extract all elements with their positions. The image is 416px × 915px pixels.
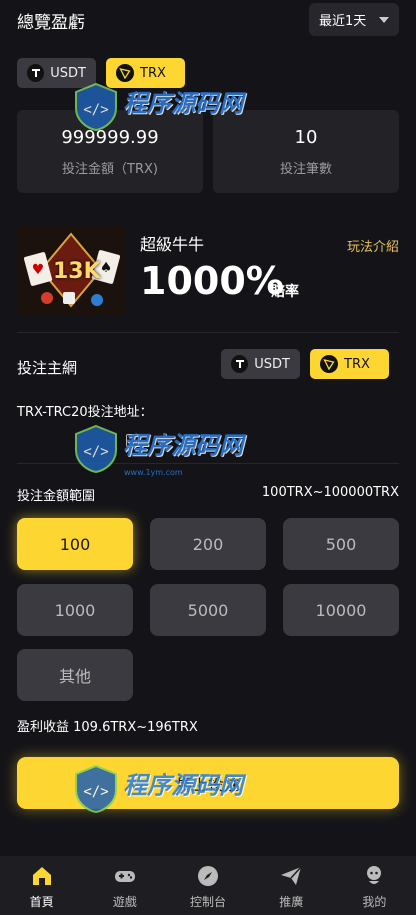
nav-profile[interactable]: 我的 [333,856,416,915]
amount-option-other[interactable]: 其他 [17,649,133,701]
stat-label: 投注筆數 [279,161,332,177]
nav-promotion[interactable]: 推廣 [250,856,333,915]
amount-option[interactable]: 10000 [283,584,399,636]
nav-label: 推廣 [279,895,304,909]
nav-home[interactable]: 首頁 [0,856,83,915]
svg-text:♥: ♥ [32,262,45,278]
amount-option[interactable]: 200 [150,518,266,570]
odds-value: 1000% [140,259,284,303]
network-option-label: USDT [254,356,290,372]
tether-icon [231,355,249,373]
gamepad-icon [114,871,135,882]
range-label: 投注金額範圍 [17,489,96,504]
currency-tab-label: USDT [50,65,86,81]
currency-tab-label: TRX [140,65,166,81]
watermark: </> 程序源码网 [74,82,243,132]
network-option-usdt[interactable]: USDT [221,349,300,379]
watermark-text: 程序源码网 [123,431,244,460]
range-value: 100TRX~100000TRX [261,485,399,500]
nav-label: 首頁 [29,895,54,909]
nav-label: 控制台 [190,895,227,909]
rules-link[interactable]: 玩法介紹 [347,236,399,255]
bottom-nav: 首頁 遊戲 控制台 推廣 我的 [0,856,416,915]
profit-text: 盈利收益 109.6TRX~196TRX [17,720,198,735]
amount-option[interactable]: 100 [17,518,133,570]
compass-icon [198,866,218,886]
nav-console[interactable]: 控制台 [166,856,249,915]
amount-option[interactable]: 5000 [150,584,266,636]
send-icon [281,866,302,885]
watermark-text: 程序源码网 [123,771,244,800]
svg-text:♠: ♠ [100,260,113,276]
tron-icon [116,64,134,82]
chevron-down-icon [379,17,389,23]
watermark: </> 程序源码网 www.1ym.com [74,424,243,477]
stat-label: 投注金額（TRX) [62,161,158,177]
amount-option[interactable]: 1000 [17,584,133,636]
svg-text:</>: </> [83,444,108,460]
watermark-url: www.1ym.com [124,468,183,477]
game-name: 超級牛牛 [140,235,205,254]
stat-value: 10 [294,126,318,148]
svg-text:</>: </> [83,784,108,800]
user-icon [367,866,382,884]
network-option-trx[interactable]: TRX [310,349,389,379]
address-label: TRX-TRC20投注地址： [17,405,153,420]
watermark: </> 程序源码网 [74,764,243,814]
game-thumbnail: ♥ ♠ 13K [17,226,125,315]
nav-label: 我的 [362,895,387,909]
divider [17,332,399,333]
network-option-label: TRX [344,356,370,372]
nav-games[interactable]: 遊戲 [83,856,166,915]
period-select[interactable]: 最近1天 [309,3,399,36]
odds-label: 賠率 [271,284,299,300]
page-title: 總覽盈虧 [17,13,85,33]
game-logo-text: 13K [53,259,101,284]
network-title: 投注主網 [17,359,78,377]
nav-label: 遊戲 [112,895,137,909]
svg-text:</>: </> [83,102,108,118]
home-icon [32,867,51,885]
amount-option[interactable]: 500 [283,518,399,570]
tron-icon [320,355,338,373]
period-value: 最近1天 [319,14,367,29]
tether-icon [27,64,45,82]
watermark-text: 程序源码网 [123,89,244,118]
